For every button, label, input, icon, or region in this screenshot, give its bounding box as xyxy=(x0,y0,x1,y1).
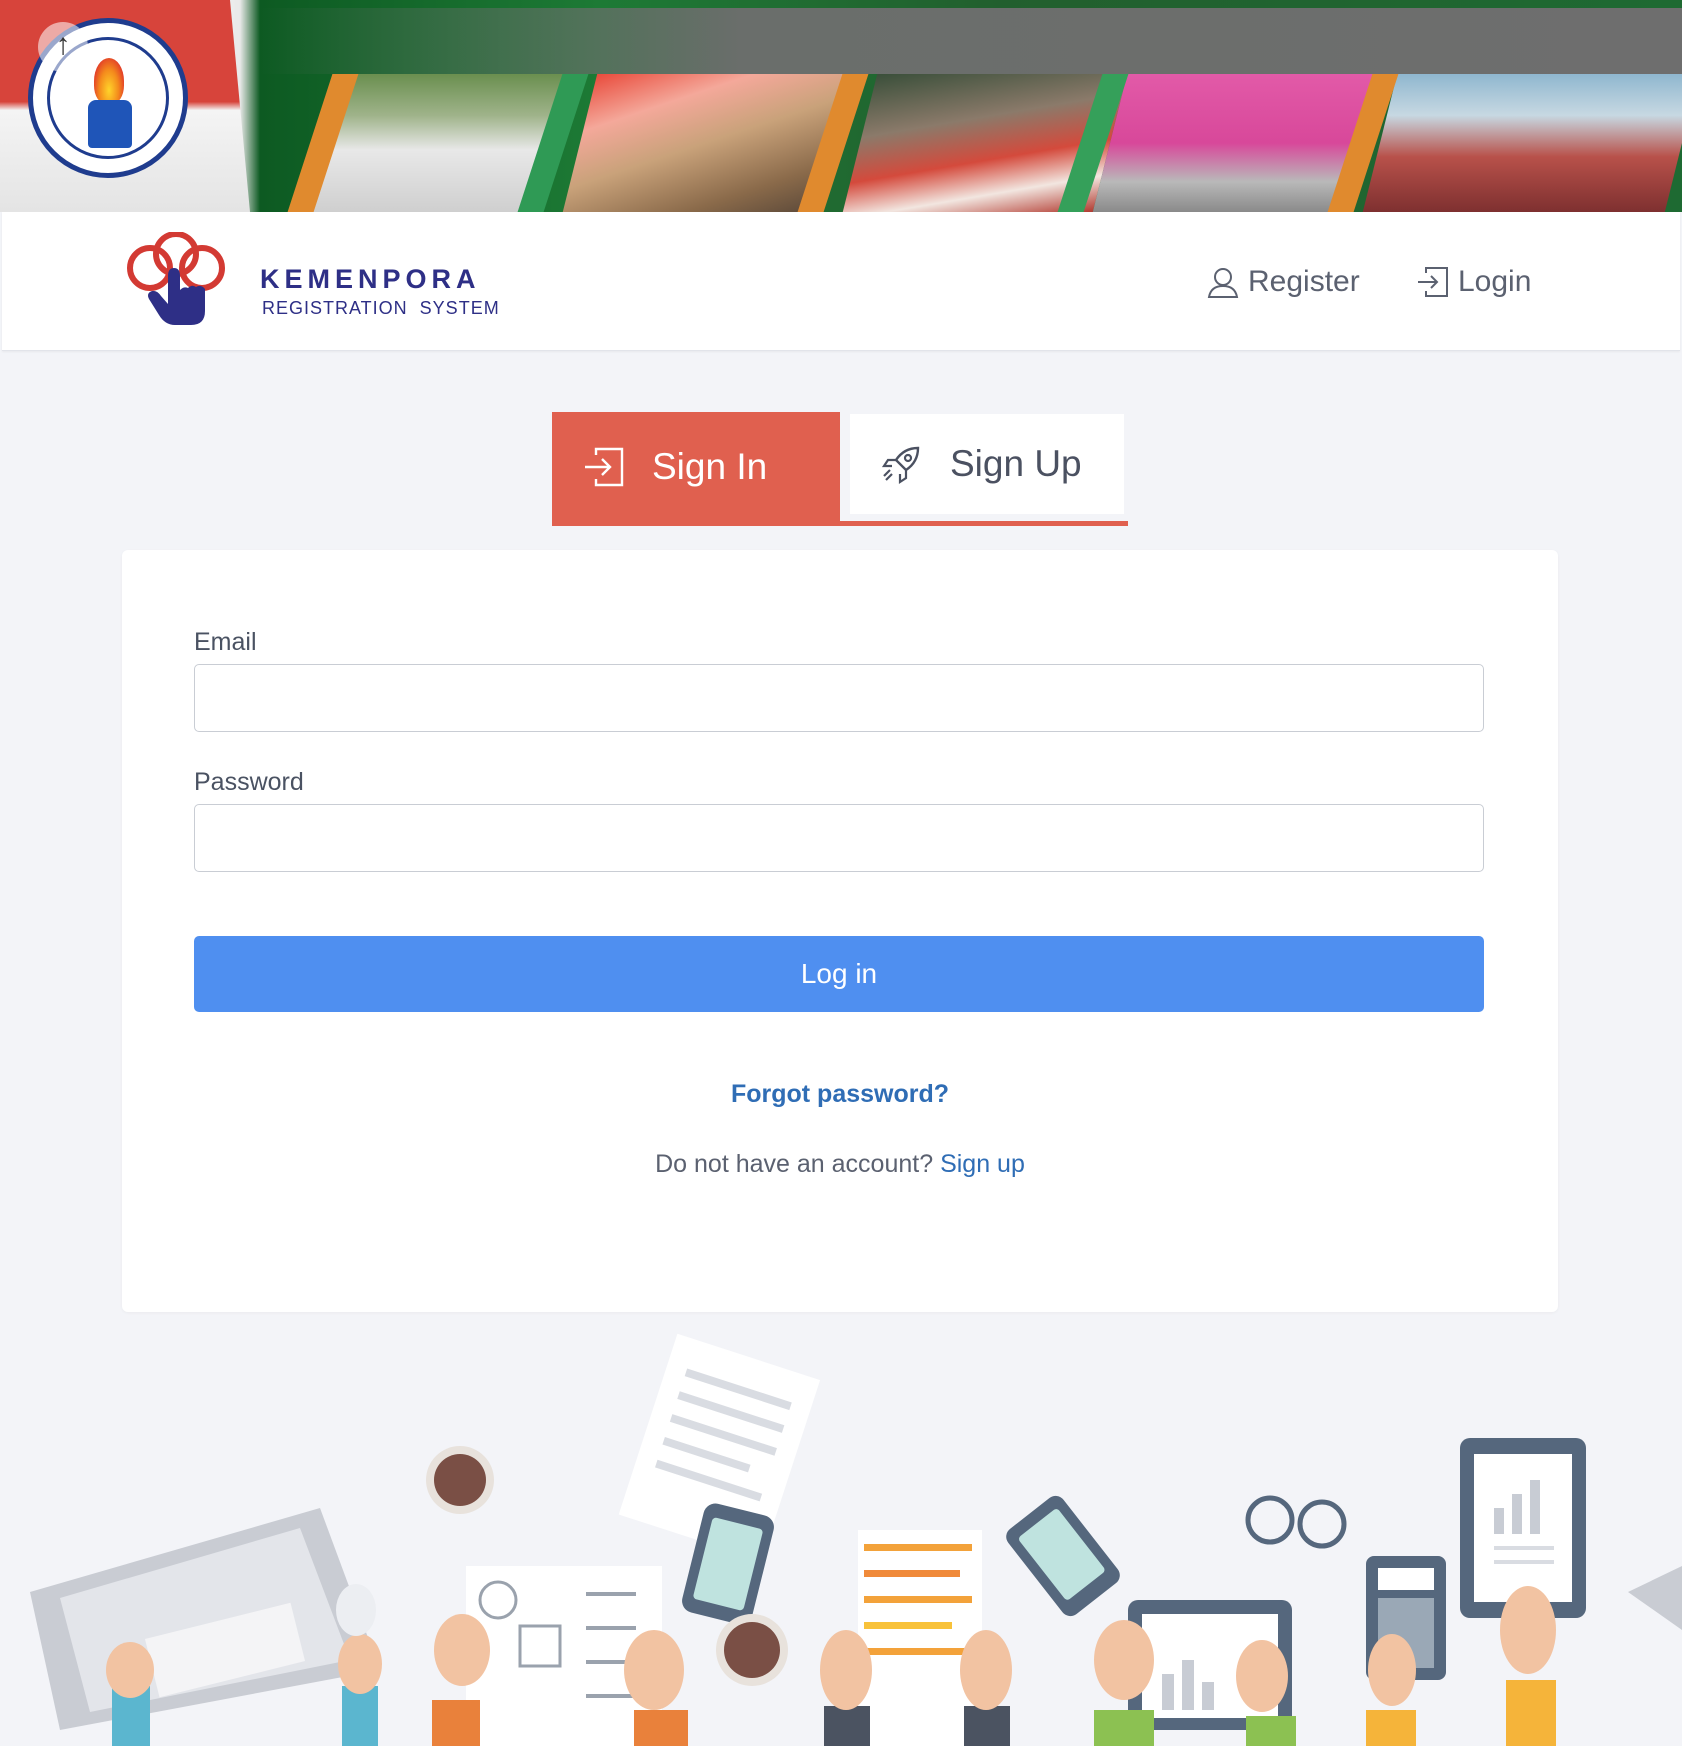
email-field[interactable] xyxy=(194,664,1484,732)
sign-up-link[interactable]: Sign up xyxy=(940,1150,1025,1178)
tab-sign-in[interactable]: Sign In xyxy=(552,412,840,522)
forgot-password-link[interactable]: Forgot password? xyxy=(122,1080,1558,1109)
banner-overlay xyxy=(260,8,1682,74)
user-icon xyxy=(1207,268,1239,298)
no-account-text: Do not have an account? xyxy=(655,1150,934,1178)
email-label: Email xyxy=(194,628,257,656)
tab-sign-in-label: Sign In xyxy=(652,446,768,487)
brand-subtitle: REGISTRATION SYSTEM xyxy=(262,298,500,318)
laptop-illustration xyxy=(30,1508,380,1730)
sign-in-icon xyxy=(585,447,624,487)
brand-title: KEMENPORA xyxy=(260,264,481,294)
nav-login-link[interactable]: Login xyxy=(1416,262,1531,302)
nav-register-label: Register xyxy=(1248,265,1360,298)
seal-flame xyxy=(94,58,124,104)
banner-photo-athletes xyxy=(1362,74,1682,212)
password-field[interactable] xyxy=(194,804,1484,872)
auth-tabs: Sign In Sign Up xyxy=(552,412,1128,526)
login-button[interactable]: Log in xyxy=(194,936,1484,1012)
nav-register-link[interactable]: Register xyxy=(1206,262,1360,302)
nav-login-label: Login xyxy=(1458,265,1532,298)
arrow-up-icon[interactable]: ↑ xyxy=(38,22,88,72)
login-card: Email Password Log in Forgot password? D… xyxy=(122,550,1558,1312)
kemenpora-logo-icon[interactable] xyxy=(124,232,230,332)
password-label: Password xyxy=(194,768,304,796)
header-banner: ↑ xyxy=(0,0,1682,212)
navbar: KEMENPORA REGISTRATION SYSTEM Register L… xyxy=(2,212,1680,351)
seal-fist xyxy=(88,100,132,148)
rocket-icon xyxy=(881,446,920,485)
teamwork-illustration xyxy=(30,1333,1682,1746)
tab-sign-up[interactable]: Sign Up xyxy=(850,414,1124,514)
tab-underline xyxy=(552,521,1128,526)
no-account-row: Do not have an account? Sign up xyxy=(122,1150,1558,1179)
tab-sign-up-label: Sign Up xyxy=(950,443,1082,484)
sign-in-icon xyxy=(1418,267,1448,297)
